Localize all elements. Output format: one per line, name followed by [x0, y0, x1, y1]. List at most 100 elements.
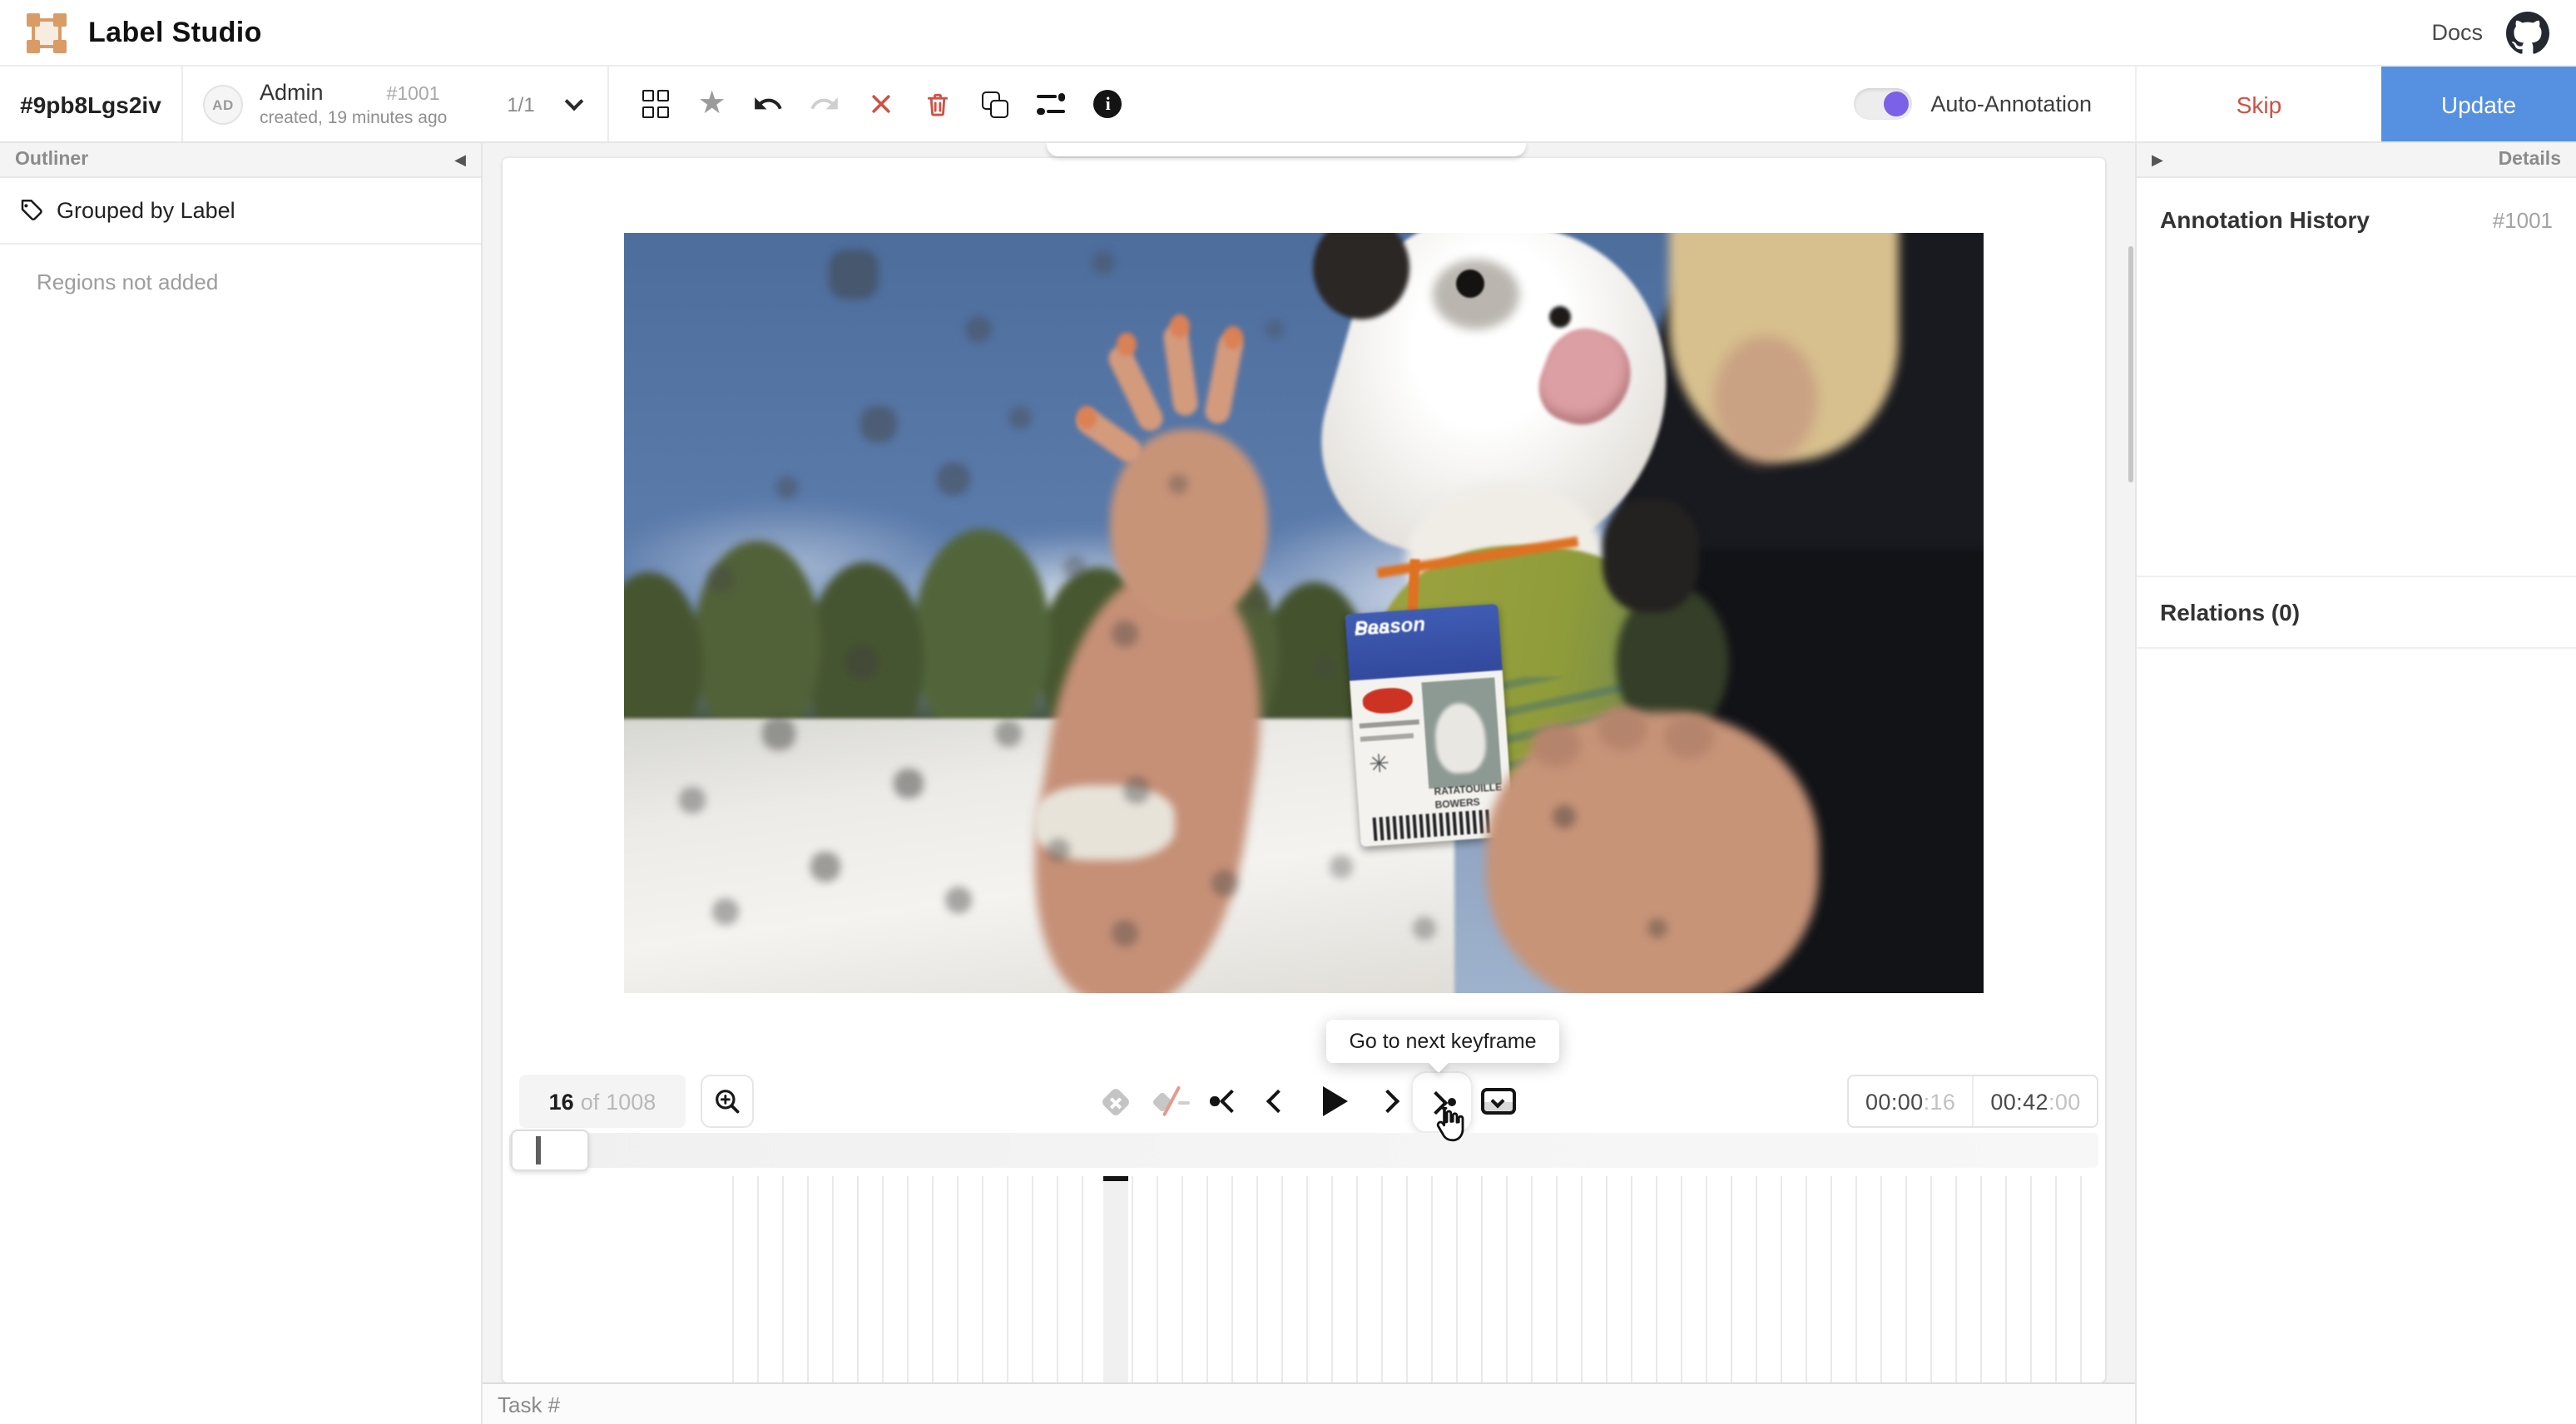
duplicate-button[interactable] — [978, 84, 1013, 124]
workspace-scrollbar[interactable] — [2128, 246, 2133, 482]
expand-right-panel-button[interactable]: ▶ — [2152, 152, 2163, 167]
auto-annotation-control: Auto-Annotation — [1854, 67, 2135, 141]
outliner-header: Outliner ◀ — [0, 143, 481, 178]
frame-of-label: of — [581, 1089, 600, 1114]
copy-icon — [982, 91, 1008, 117]
annotation-selector[interactable]: AD Admin #1001 created, 19 minutes ago 1… — [183, 67, 610, 141]
undo-button[interactable] — [751, 84, 786, 124]
details-header: ▶ Details — [2137, 143, 2576, 178]
info-button[interactable]: i — [1091, 84, 1126, 124]
auto-annotation-toggle[interactable] — [1854, 88, 1912, 120]
avatar: AD — [203, 84, 243, 124]
badge-snowflake-icon: ✳ — [1368, 750, 1406, 783]
frame-current: 16 — [549, 1089, 574, 1114]
relations-section[interactable]: Relations (0) — [2137, 576, 2576, 649]
tag-icon — [18, 198, 43, 223]
main-area: Outliner ◀ Grouped by Label Regions not … — [0, 143, 2576, 1424]
badge-text-line — [1360, 719, 1419, 729]
add-keyframe-button[interactable] — [1093, 1075, 1137, 1128]
details-panel: ▶ Details Annotation History #1001 Relat… — [2135, 143, 2576, 1424]
skip-button[interactable]: Skip — [2135, 67, 2381, 141]
brand[interactable]: Label Studio — [27, 12, 262, 52]
collapse-left-panel-button[interactable]: ◀ — [454, 152, 466, 167]
top-header: Label Studio Docs — [0, 0, 2576, 67]
badge-barcode — [1373, 809, 1494, 841]
label-studio-logo-icon — [27, 12, 67, 52]
finger-tip — [1170, 314, 1190, 338]
task-bar: #9pb8Lgs2iv AD Admin #1001 created, 19 m… — [0, 67, 2576, 143]
trash-icon — [924, 89, 953, 119]
person-face — [1714, 336, 1817, 462]
magnifier-plus-icon — [711, 1085, 743, 1117]
badge-title-bottom: Pass — [1354, 616, 1402, 640]
badge-photo — [1421, 677, 1502, 789]
redo-button[interactable] — [808, 84, 843, 124]
finger-tip — [1077, 406, 1097, 429]
tooltip: Go to next keyframe — [1326, 1020, 1559, 1063]
keyframe-slash-icon — [1153, 1083, 1190, 1120]
group-by-label-text: Grouped by Label — [57, 198, 235, 223]
collapse-timeline-button[interactable] — [1476, 1075, 1519, 1128]
timeline-playhead[interactable] — [1103, 1176, 1128, 1382]
app-title: Label Studio — [88, 16, 262, 49]
total-time: 00:42:00 — [1972, 1076, 2097, 1126]
annotation-history-header: Annotation History #1001 — [2137, 178, 2576, 233]
auto-annotation-label: Auto-Annotation — [1930, 91, 2092, 116]
star-icon: ★ — [698, 88, 726, 120]
delete-button[interactable] — [921, 84, 956, 124]
annotation-toolbar: ★ i — [610, 67, 1142, 141]
video-frame: Season Pass ✳ RATATOUILLE BOWERS — [624, 233, 1984, 993]
relations-title: Relations (0) — [2160, 599, 2300, 625]
opossum-eye — [1456, 269, 1484, 298]
redo-icon — [810, 88, 841, 120]
annotation-created: created, 19 minutes ago — [260, 108, 447, 128]
docs-link[interactable]: Docs — [2431, 20, 2483, 45]
toggle-interpolation-button[interactable] — [1150, 1075, 1193, 1128]
reject-button[interactable] — [864, 84, 899, 124]
current-time: 00:00:16 — [1849, 1076, 1972, 1126]
annotation-id: #1001 — [387, 85, 440, 106]
annotator-info: Admin #1001 created, 19 minutes ago — [260, 80, 447, 129]
minimap-position-marker — [536, 1136, 540, 1164]
task-footer-label: Task # — [498, 1392, 560, 1417]
lens-snow-dots — [624, 233, 634, 243]
relations-button[interactable] — [1034, 84, 1069, 124]
minimap-handle[interactable] — [511, 1130, 589, 1171]
zoom-in-button[interactable] — [701, 1075, 754, 1128]
play-button[interactable] — [1313, 1075, 1356, 1128]
group-by-label-dropdown[interactable]: Grouped by Label — [0, 178, 481, 245]
frame-total: 1008 — [606, 1089, 656, 1114]
workspace: Season Pass ✳ RATATOUILLE BOWERS — [483, 143, 2135, 1424]
annotation-history-id: #1001 — [2493, 207, 2553, 232]
undo-icon — [753, 88, 785, 120]
timeline-grid[interactable] — [732, 1176, 2100, 1382]
keyframe-add-icon — [1100, 1086, 1131, 1117]
next-frame-button[interactable] — [1366, 1075, 1409, 1128]
opossum-paw — [1603, 499, 1699, 612]
info-icon: i — [1094, 90, 1122, 118]
play-icon — [1322, 1086, 1347, 1116]
outliner-panel: Outliner ◀ Grouped by Label Regions not … — [0, 143, 483, 1424]
github-icon[interactable] — [2506, 11, 2549, 54]
prev-keyframe-button[interactable] — [1203, 1075, 1246, 1128]
prev-frame-button[interactable] — [1256, 1075, 1300, 1128]
tooltip-text: Go to next keyframe — [1349, 1030, 1536, 1053]
season-pass-badge: Season Pass ✳ RATATOUILLE BOWERS — [1345, 604, 1513, 847]
annotation-pagination: 1/1 — [507, 92, 534, 116]
update-button[interactable]: Update — [2381, 67, 2576, 141]
regions-empty-message: Regions not added — [37, 269, 481, 294]
opossum-eye — [1549, 306, 1571, 328]
tooltip-caret — [1428, 1051, 1449, 1072]
chevron-down-icon — [565, 92, 584, 111]
task-footer: Task # — [483, 1382, 2135, 1424]
ground-truth-button[interactable]: ★ — [695, 84, 730, 124]
grid-icon — [642, 91, 669, 118]
timeline-minimap[interactable] — [509, 1133, 2098, 1168]
chevron-right-icon — [1376, 1090, 1399, 1113]
view-all-button[interactable] — [638, 84, 673, 124]
finger-tip — [1117, 333, 1137, 356]
chevron-left-icon — [1266, 1090, 1290, 1113]
badge-logo — [1362, 686, 1414, 714]
frame-counter[interactable]: 16 of 1008 — [519, 1075, 686, 1128]
outliner-title: Outliner — [15, 150, 88, 170]
